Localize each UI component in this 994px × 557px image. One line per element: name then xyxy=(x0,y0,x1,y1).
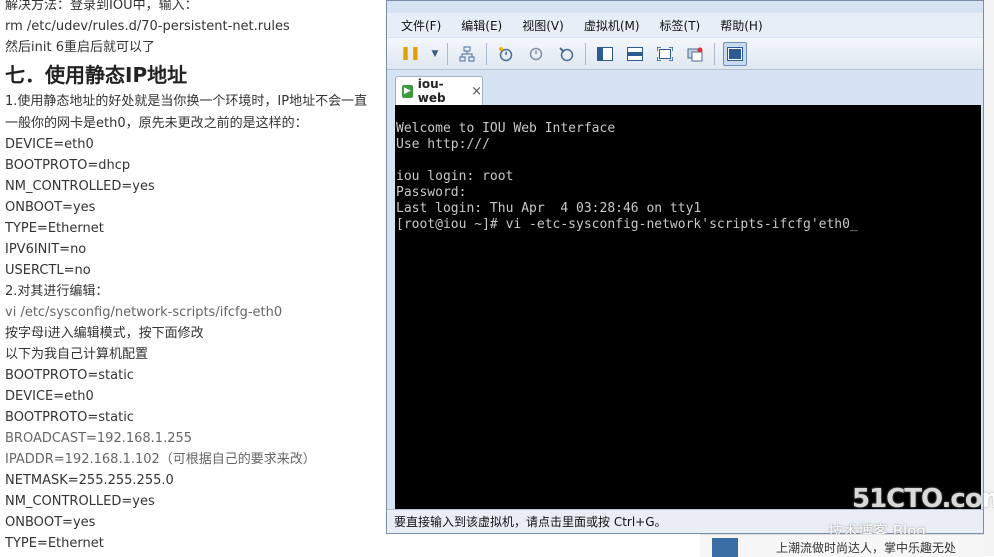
vm-running-icon: ▶ xyxy=(402,84,413,98)
article-line: TYPE=Ethernet xyxy=(5,221,104,236)
toolbar-separator xyxy=(486,42,487,65)
article-line: BROADCAST=192.168.1.255 xyxy=(5,431,193,446)
close-icon[interactable]: × xyxy=(471,84,482,99)
sidebar-icon[interactable] xyxy=(594,43,616,65)
menu-edit[interactable]: 编辑(E) xyxy=(461,17,502,34)
vmware-window: 文件(F) 编辑(E) 视图(V) 虚拟机(M) 标签(T) 帮助(H) ❚❚ … xyxy=(386,0,984,534)
article-line: 以下为我自己计算机配置 xyxy=(5,347,149,362)
toolbar-separator xyxy=(585,42,586,65)
article-line: BOOTPROTO=static xyxy=(5,368,134,383)
console-line: Welcome to IOU Web Interface xyxy=(396,121,616,136)
article-line: BOOTPROTO=static xyxy=(5,410,134,425)
console-line: [root@iou ~]# vi -etc-sysconfig-network'… xyxy=(396,217,858,232)
article-line: 解决方法：登录到IOU中，输入： xyxy=(5,0,198,13)
tab-strip: ▶ iou-web × xyxy=(387,71,983,105)
toolbar: ❚❚ ▼ xyxy=(387,38,983,70)
unity-icon[interactable] xyxy=(684,43,706,65)
article-line: TYPE=Ethernet xyxy=(5,536,104,551)
console-line: iou login: root xyxy=(396,169,514,184)
article-line: NM_CONTROLLED=yes xyxy=(5,179,155,194)
article-line: DEVICE=eth0 xyxy=(5,137,94,152)
ad-thumbnail xyxy=(712,538,738,557)
fullscreen-icon[interactable] xyxy=(654,43,676,65)
status-text: 要直接输入到该虚拟机，请点击里面或按 Ctrl+G。 xyxy=(394,515,667,529)
article-line: 2.对其进行编辑： xyxy=(5,284,109,299)
article-line: IPADDR=192.168.1.102（可根据自己的要求来改） xyxy=(5,452,316,467)
snapshot-icon[interactable] xyxy=(495,43,517,65)
article-line: IPV6INIT=no xyxy=(5,242,87,257)
article-line: vi /etc/sysconfig/network-scripts/ifcfg-… xyxy=(5,305,283,320)
article-line: 然后init 6重启后就可以了 xyxy=(5,40,155,55)
article-line: ONBOOT=yes xyxy=(5,515,96,530)
article-line: DEVICE=eth0 xyxy=(5,389,94,404)
network-icon[interactable] xyxy=(456,43,478,65)
toolbar-separator xyxy=(447,42,448,65)
tab-iou-web[interactable]: ▶ iou-web × xyxy=(395,76,483,105)
menu-bar: 文件(F) 编辑(E) 视图(V) 虚拟机(M) 标签(T) 帮助(H) xyxy=(387,13,983,37)
section-heading: 七．使用静态IP地址 xyxy=(5,63,188,87)
console-line: Last login: Thu Apr 4 03:28:46 on tty1 xyxy=(396,201,702,216)
ad-banner[interactable]: 上潮流做时尚达人，掌中乐趣无处 xyxy=(700,534,984,557)
vm-console-screen[interactable]: Welcome to IOU Web Interface Use http://… xyxy=(395,105,981,509)
ad-text: 上潮流做时尚达人，掌中乐趣无处 xyxy=(776,541,957,555)
article-line: 按字母i进入编辑模式，按下面修改 xyxy=(5,326,204,341)
menu-view[interactable]: 视图(V) xyxy=(522,17,564,34)
article-line: rm /etc/udev/rules.d/70-persistent-net.r… xyxy=(5,19,290,34)
revert-snapshot-icon[interactable] xyxy=(525,43,547,65)
article-line: NM_CONTROLLED=yes xyxy=(5,494,155,509)
article-line: ONBOOT=yes xyxy=(5,200,96,215)
console-line: Use http:/// xyxy=(396,137,490,152)
pause-icon[interactable]: ❚❚ xyxy=(399,43,421,65)
article-line: NETMASK=255.255.255.0 xyxy=(5,473,174,488)
console-line: Password: xyxy=(396,185,467,200)
fit-window-icon[interactable] xyxy=(723,41,747,66)
toolbar-separator xyxy=(714,42,715,65)
menu-tabs[interactable]: 标签(T) xyxy=(660,17,701,34)
tab-label: iou-web xyxy=(417,77,446,105)
page-scroll-margin xyxy=(984,0,994,556)
article-line: BOOTPROTO=dhcp xyxy=(5,158,131,173)
article-line: USERCTL=no xyxy=(5,263,91,278)
menu-help[interactable]: 帮助(H) xyxy=(720,17,762,34)
menu-vm[interactable]: 虚拟机(M) xyxy=(584,17,640,34)
menu-file[interactable]: 文件(F) xyxy=(401,17,441,34)
console-view-icon[interactable] xyxy=(624,43,646,65)
dropdown-icon[interactable]: ▼ xyxy=(429,43,441,65)
snapshot-manager-icon[interactable] xyxy=(555,43,577,65)
article-content: 解决方法：登录到IOU中，输入： rm /etc/udev/rules.d/70… xyxy=(0,0,390,556)
article-line: 1.使用静态地址的好处就是当你换一个环境时，IP地址不会一直 xyxy=(5,94,368,109)
article-line: 一般你的网卡是eth0，原先未更改之前的是这样的： xyxy=(5,116,308,131)
watermark-logo: 51CTO.com xyxy=(852,484,994,514)
